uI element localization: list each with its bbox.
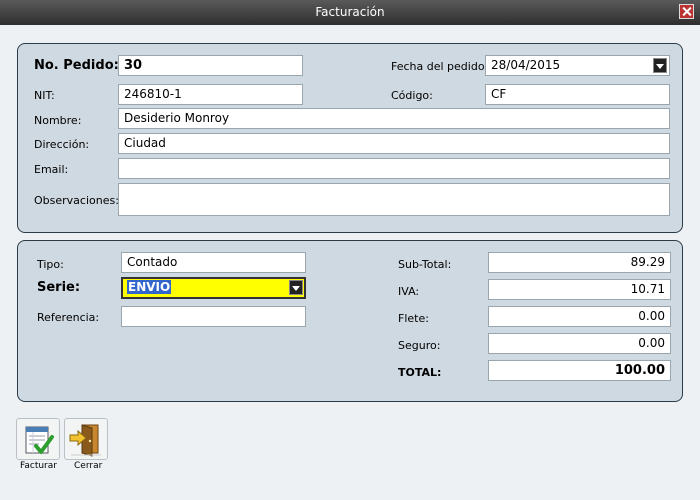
seguro-field[interactable]: 0.00 [488,333,671,354]
referencia-label: Referencia: [37,311,100,324]
direccion-label: Dirección: [34,138,90,151]
fecha-dropdown[interactable]: 28/04/2015 [485,55,670,76]
facturar-button[interactable] [16,418,60,460]
facturar-label: Facturar [20,461,57,471]
codigo-label: Código: [391,89,433,102]
nombre-field[interactable]: Desiderio Monroy [118,108,670,129]
serie-value: ENVIO [127,280,172,294]
title-bar: Facturación [0,0,700,25]
tipo-field[interactable]: Contado [121,252,306,273]
fecha-value: 28/04/2015 [491,58,561,72]
serie-dropdown[interactable]: ENVIO [121,277,306,299]
cerrar-label: Cerrar [74,461,103,471]
iva-label: IVA: [398,285,420,298]
fecha-label: Fecha del pedido: [391,60,489,73]
referencia-field[interactable] [121,306,306,327]
facturacion-window: Facturación No. Pedido: 30 Fecha del ped… [0,0,700,500]
email-label: Email: [34,163,69,176]
invoice-check-icon [25,426,54,454]
cerrar-button[interactable] [64,418,108,460]
subtotal-label: Sub-Total: [398,258,452,271]
pedido-field[interactable]: 30 [118,55,303,76]
nombre-label: Nombre: [34,114,82,127]
serie-label: Serie: [37,280,81,295]
nit-label: NIT: [34,89,55,102]
chevron-down-icon[interactable] [653,58,667,73]
observaciones-field[interactable] [118,183,670,216]
nit-field[interactable]: 246810-1 [118,84,303,105]
pedido-label: No. Pedido: [34,58,119,73]
email-field[interactable] [118,158,670,179]
total-label: TOTAL: [398,366,442,379]
chevron-down-icon[interactable] [289,280,303,295]
subtotal-field[interactable]: 89.29 [488,252,671,273]
seguro-label: Seguro: [398,339,441,352]
codigo-field[interactable]: CF [485,84,670,105]
observaciones-label: Observaciones: [34,194,119,207]
total-field[interactable]: 100.00 [488,360,671,381]
iva-field[interactable]: 10.71 [488,279,671,300]
direccion-field[interactable]: Ciudad [118,133,670,154]
tipo-label: Tipo: [37,258,64,271]
window-title: Facturación [315,5,385,19]
flete-label: Flete: [398,312,429,325]
close-button[interactable] [679,4,694,19]
exit-door-icon [69,424,101,457]
flete-field[interactable]: 0.00 [488,306,671,327]
